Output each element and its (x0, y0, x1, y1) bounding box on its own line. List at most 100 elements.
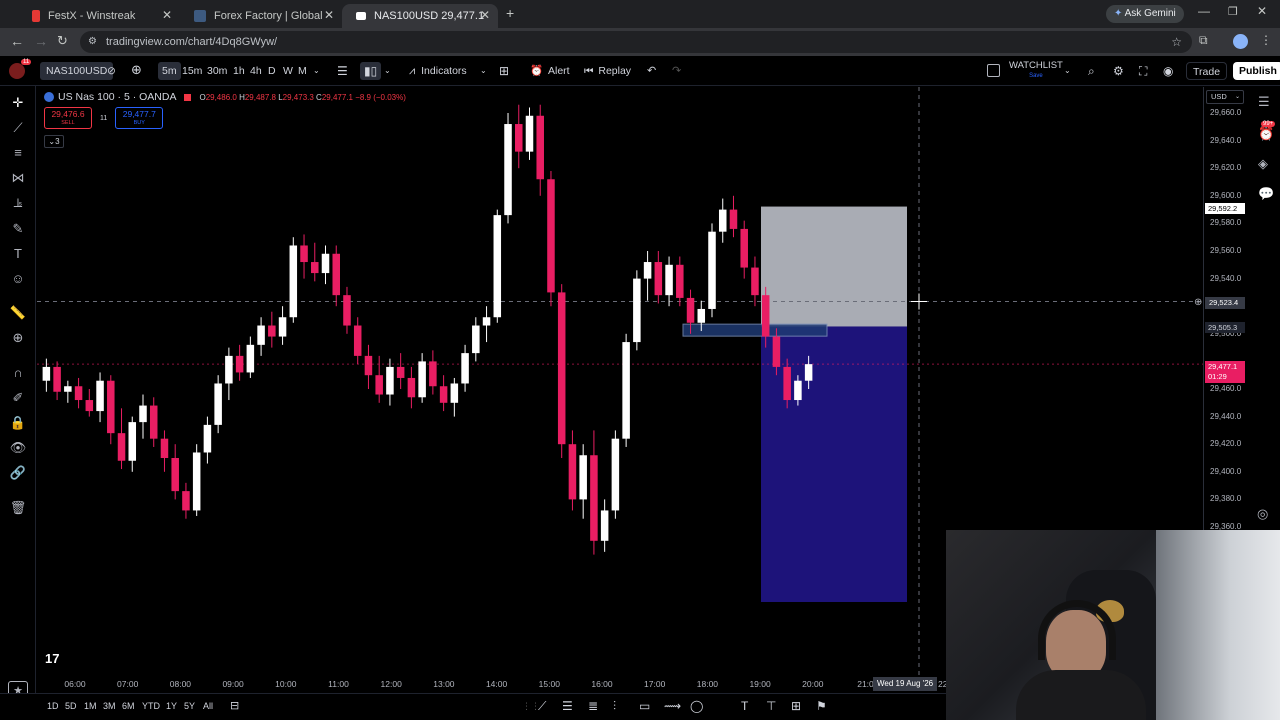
trend-line-icon[interactable]: ⟋ (538, 699, 546, 714)
fullscreen-icon[interactable]: ⛶ (1139, 62, 1147, 80)
reload-icon[interactable]: ↻ (57, 33, 68, 49)
close-tab-icon[interactable]: ✕ (162, 8, 172, 22)
site-info-icon[interactable]: ⚙ (88, 31, 97, 53)
sell-button[interactable]: 29,476.6 SELL (44, 107, 92, 129)
chat-icon[interactable]: 💬 (1258, 186, 1274, 202)
object-tree-icon[interactable]: ◈ (1258, 156, 1268, 172)
circle-icon[interactable]: ◯ (690, 699, 703, 713)
range-6m[interactable]: 6M (122, 701, 135, 711)
screenshot-camera-icon[interactable]: ◉ (1163, 62, 1173, 80)
zoom-in-icon[interactable]: ⊕ (9, 329, 27, 347)
new-tab-icon[interactable]: + (506, 5, 514, 21)
rectangle-icon[interactable]: ▭ (639, 699, 650, 713)
long-position-icon[interactable]: ⊞ (791, 699, 801, 713)
browser-menu-icon[interactable]: ⋮ (1260, 33, 1272, 47)
tab-festx[interactable]: FestX - Winstreak ✕ (18, 4, 180, 28)
range-ytd[interactable]: YTD (142, 701, 160, 711)
fib-channel-icon[interactable]: ≣ (588, 699, 598, 713)
parallel-channel-icon[interactable]: ⫶ (613, 699, 616, 714)
timeframe-15m[interactable]: 15m (182, 62, 202, 80)
target-icon[interactable]: ◎ (1257, 506, 1268, 522)
close-tab-icon[interactable]: ✕ (324, 8, 334, 22)
minimize-icon[interactable]: — (1198, 4, 1210, 18)
link-icon[interactable]: 🔗 (9, 464, 27, 482)
brush-icon[interactable]: ✎ (9, 220, 27, 238)
timeframe-1h[interactable]: 1h (233, 62, 245, 80)
timeframe-w[interactable]: W (283, 62, 293, 80)
timeframe-4h[interactable]: 4h (250, 62, 262, 80)
symbol-search-button[interactable]: NAS100USD (40, 62, 114, 80)
ask-gemini-button[interactable]: ✦ Ask Gemini (1106, 5, 1184, 23)
timeframe-5m[interactable]: 5m (158, 62, 181, 80)
pattern-tool-icon[interactable]: ⋈ (9, 169, 27, 187)
range-3m[interactable]: 3M (103, 701, 116, 711)
timeframe-dropdown-icon[interactable]: ⌄ (313, 62, 320, 80)
profile-avatar[interactable] (1233, 34, 1248, 49)
timeframe-d[interactable]: D (268, 62, 276, 80)
extensions-icon[interactable]: ⧉ (1199, 33, 1208, 48)
range-all[interactable]: All (203, 701, 213, 711)
range-5y[interactable]: 5Y (184, 701, 195, 711)
bar-style-icon[interactable]: ☰ (337, 62, 348, 80)
lock-icon[interactable]: 🔒 (9, 414, 27, 432)
forecasting-tool-icon[interactable]: ⫡ (9, 194, 27, 212)
date-range-calendar-icon[interactable]: ⊟ (230, 699, 239, 712)
visibility-eye-icon[interactable]: 👁 (9, 439, 27, 457)
indicators-button[interactable]: ⩘ Indicators (409, 62, 467, 80)
alert-button[interactable]: ⏰ Alert (530, 62, 570, 80)
undo-icon[interactable]: ↶ (647, 62, 656, 80)
settings-gear-icon[interactable]: ⚙ (1113, 62, 1124, 80)
ruler-icon[interactable]: 📏 (9, 304, 27, 322)
horizontal-lines-icon[interactable]: ☰ (562, 699, 573, 713)
emoji-icon[interactable]: ☺ (9, 270, 27, 288)
alerts-panel-icon[interactable]: ⏰ (1258, 126, 1274, 142)
bookmark-star-icon[interactable]: ☆ (1171, 31, 1182, 53)
candles-icon[interactable]: ▮▯ (360, 62, 382, 80)
close-tab-icon[interactable]: ✕ (480, 8, 490, 22)
compare-symbol-icon[interactable]: ⊘ (107, 62, 116, 80)
range-1d[interactable]: 1D (47, 701, 59, 711)
trend-line-icon[interactable]: ⟋ (9, 119, 27, 137)
price-range-icon[interactable]: ⊤ (766, 699, 776, 713)
forward-icon[interactable]: → (34, 33, 48, 49)
range-1m[interactable]: 1M (84, 701, 97, 711)
indicator-templates-dropdown-icon[interactable]: ⌄ (480, 62, 487, 80)
redo-icon[interactable]: ↷ (672, 62, 681, 80)
tab-forex-factory[interactable]: Forex Factory | Global markets f ✕ (180, 4, 342, 28)
tab-nas100usd[interactable]: NAS100USD 29,477.1 ▼ −0.05% ✕ (342, 4, 498, 28)
publish-button[interactable]: Publish (1233, 62, 1280, 80)
back-icon[interactable]: ← (10, 33, 24, 49)
timeframe-30m[interactable]: 30m (207, 62, 227, 80)
watchlist-panel-icon[interactable]: ☰ (1258, 94, 1270, 110)
close-window-icon[interactable]: ✕ (1257, 4, 1267, 18)
indicators-toggle[interactable]: ⌄3 (44, 135, 64, 148)
watchlist-checkbox-icon[interactable] (987, 64, 1000, 77)
trash-icon[interactable]: 🗑 (9, 499, 27, 517)
user-avatar[interactable] (9, 63, 25, 79)
trade-button[interactable]: Trade (1186, 62, 1228, 80)
replay-button[interactable]: ⏮ Replay (584, 62, 631, 80)
magnet-icon[interactable]: ∩ (9, 364, 27, 382)
timeframe-m[interactable]: M (298, 62, 307, 80)
path-icon[interactable]: ⟿ (664, 699, 681, 713)
watchlist-dropdown-icon[interactable]: ⌄ (1064, 62, 1071, 80)
range-1y[interactable]: 1Y (166, 701, 177, 711)
text-tool-icon[interactable]: T (9, 245, 27, 263)
drawing-mode-icon[interactable]: ✐ (9, 389, 27, 407)
add-alert-plus-icon[interactable]: ⊕ (1194, 297, 1202, 308)
range-5d[interactable]: 5D (65, 701, 77, 711)
quick-search-icon[interactable]: ⌕ (1088, 62, 1095, 80)
legend-title[interactable]: US Nas 100 · 5 · OANDA (58, 91, 176, 103)
crosshair-cursor-icon[interactable]: ✛ (9, 94, 27, 112)
currency-selector[interactable]: USD ⌄ (1206, 90, 1244, 104)
fib-retracement-icon[interactable]: ≡ (9, 144, 27, 162)
flag-icon[interactable]: ⚑ (816, 699, 827, 713)
text-icon[interactable]: T (741, 699, 748, 713)
watchlist-button[interactable]: WATCHLIST Save (1009, 60, 1063, 79)
chart-type-dropdown-icon[interactable]: ⌄ (384, 62, 391, 80)
layouts-grid-icon[interactable]: ⊞ (499, 62, 509, 80)
url-field[interactable]: ⚙ tradingview.com/chart/4Dq8GWyw/ ☆ (80, 31, 1192, 53)
maximize-icon[interactable]: ❐ (1228, 5, 1238, 18)
add-symbol-icon[interactable]: ⊕ (131, 61, 142, 79)
buy-button[interactable]: 29,477.7 BUY (115, 107, 164, 129)
